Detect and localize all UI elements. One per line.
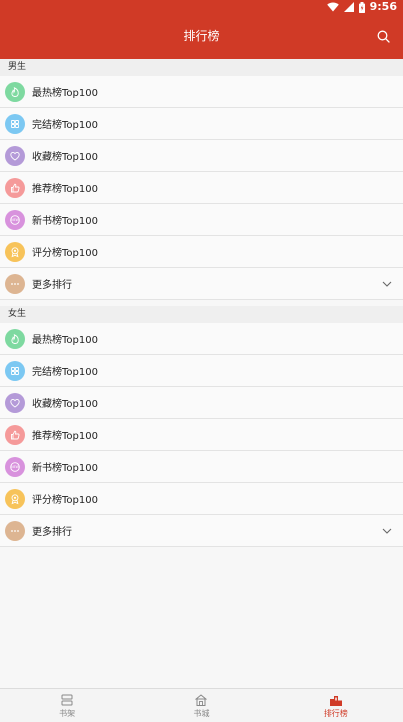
list-item-label: 最热榜Top100 (32, 88, 98, 99)
svg-text:NEW: NEW (11, 465, 19, 469)
ranking-icon (329, 695, 342, 706)
nav-label-ranking: 排行榜 (323, 708, 348, 718)
chevron-down-icon (382, 528, 392, 534)
list-item-label: 最热榜Top100 (32, 335, 98, 346)
list-item-label: 完结榜Top100 (32, 367, 98, 378)
section-header: 女生 (0, 306, 403, 323)
battery-icon (358, 1, 365, 13)
grid-icon (5, 360, 25, 381)
grid-icon (5, 113, 25, 134)
search-icon (377, 30, 390, 43)
svg-text:NEW: NEW (11, 218, 19, 222)
new-badge-icon: NEW (5, 456, 25, 477)
list-item-label: 推荐榜Top100 (32, 431, 98, 442)
ranking-list: 男生最热榜Top100 完结榜Top100 收藏榜Top100 推荐榜Top100 NE… (0, 59, 403, 547)
heart-icon (5, 145, 25, 166)
list-item-label: 完结榜Top100 (32, 120, 98, 131)
list-item[interactable]: 更多排行 (0, 268, 403, 300)
award-icon (5, 488, 25, 509)
list-item[interactable]: 最热榜Top100 (0, 323, 403, 355)
list-item[interactable]: 推荐榜Top100 (0, 419, 403, 451)
wifi-icon (326, 2, 339, 12)
heart-icon (5, 392, 25, 413)
list-item[interactable]: NEW 新书榜Top100 (0, 451, 403, 483)
bottom-nav: 书架 书城 排行榜 (0, 688, 403, 722)
list-item-label: 收藏榜Top100 (32, 152, 98, 163)
page-title: 排行榜 (183, 29, 220, 43)
nav-item-ranking[interactable]: 排行榜 (269, 689, 403, 722)
award-icon (5, 241, 25, 262)
list-item[interactable]: 最热榜Top100 (0, 76, 403, 108)
thumbs-up-icon (5, 177, 25, 198)
nav-item-bookshelf[interactable]: 书架 (0, 689, 134, 722)
flame-icon (5, 81, 25, 102)
list-item[interactable]: 评分榜Top100 (0, 483, 403, 515)
list-item-label: 推荐榜Top100 (32, 184, 98, 195)
list-item[interactable]: 完结榜Top100 (0, 355, 403, 387)
chevron-down-icon (382, 281, 392, 287)
flame-icon (5, 328, 25, 349)
status-icons: 9:56 (326, 0, 397, 14)
list-item[interactable]: 评分榜Top100 (0, 236, 403, 268)
new-badge-icon: NEW (5, 209, 25, 230)
list-item[interactable]: 收藏榜Top100 (0, 387, 403, 419)
list-item-label: 更多排行 (32, 527, 72, 538)
section-header: 男生 (0, 59, 403, 76)
signal-icon (343, 2, 354, 12)
nav-label-bookshelf: 书架 (59, 708, 76, 718)
list-item[interactable]: 完结榜Top100 (0, 108, 403, 140)
list-item-label: 评分榜Top100 (32, 495, 98, 506)
list-item-label: 新书榜Top100 (32, 463, 98, 474)
app-bar: 排行榜 (0, 14, 403, 59)
bookstore-icon (195, 693, 208, 706)
search-button[interactable] (373, 26, 393, 46)
list-item[interactable]: 推荐榜Top100 (0, 172, 403, 204)
list-item[interactable]: NEW 新书榜Top100 (0, 204, 403, 236)
list-item-label: 更多排行 (32, 280, 72, 291)
list-item[interactable]: 收藏榜Top100 (0, 140, 403, 172)
list-item[interactable]: 更多排行 (0, 515, 403, 547)
nav-label-bookstore: 书城 (193, 708, 210, 718)
nav-item-bookstore[interactable]: 书城 (134, 689, 268, 722)
list-item-label: 收藏榜Top100 (32, 399, 98, 410)
status-time: 9:56 (369, 0, 397, 13)
status-bar: 9:56 (0, 0, 403, 14)
thumbs-up-icon (5, 424, 25, 445)
list-item-label: 评分榜Top100 (32, 248, 98, 259)
list-item-label: 新书榜Top100 (32, 216, 98, 227)
bookshelf-icon (61, 694, 73, 705)
more-icon (5, 273, 25, 294)
more-icon (5, 520, 25, 541)
